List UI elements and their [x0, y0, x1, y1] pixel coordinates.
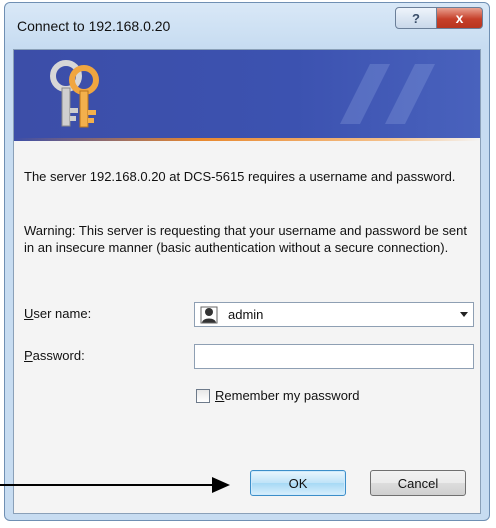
title-bar-buttons: ? x [395, 7, 483, 29]
keys-icon [50, 60, 99, 128]
remember-label-text: emember my password [224, 388, 360, 403]
close-button[interactable]: x [437, 7, 483, 29]
title-bar[interactable]: Connect to 192.168.0.20 ? x [5, 3, 489, 49]
password-label-accelerator: P [24, 348, 33, 363]
chevron-down-icon[interactable] [460, 312, 468, 317]
cancel-button[interactable]: Cancel [370, 470, 466, 496]
username-value: admin [228, 307, 264, 322]
dialog-body: The server 192.168.0.20 at DCS-5615 requ… [13, 49, 481, 514]
username-label-text: ser name: [33, 306, 92, 321]
password-label-text: assword: [32, 348, 85, 363]
help-button[interactable]: ? [395, 7, 437, 29]
username-combobox[interactable]: admin [194, 302, 474, 327]
remember-label-accelerator: R [215, 388, 225, 403]
banner-accent-line [14, 138, 480, 141]
username-label: User name: [24, 306, 91, 321]
remember-password-checkbox[interactable] [196, 388, 210, 403]
ok-button[interactable]: OK [250, 470, 346, 496]
password-field[interactable] [194, 344, 474, 369]
user-account-icon [200, 306, 218, 323]
annotation-arrow-head [212, 477, 230, 493]
username-label-accelerator: U [24, 306, 34, 321]
annotation-arrow-line [0, 484, 214, 486]
login-dialog-window: Connect to 192.168.0.20 ? x The server 1… [4, 2, 490, 521]
security-warning: Warning: This server is requesting that … [24, 223, 467, 255]
dialog-banner [14, 50, 480, 138]
auth-message: The server 192.168.0.20 at DCS-5615 requ… [24, 169, 456, 184]
remember-password-option[interactable]: Remember my password [196, 388, 360, 403]
remember-password-label: Remember my password [215, 388, 360, 403]
banner-decoration [340, 64, 435, 124]
password-label: Password: [24, 348, 85, 363]
window-title: Connect to 192.168.0.20 [17, 18, 171, 34]
